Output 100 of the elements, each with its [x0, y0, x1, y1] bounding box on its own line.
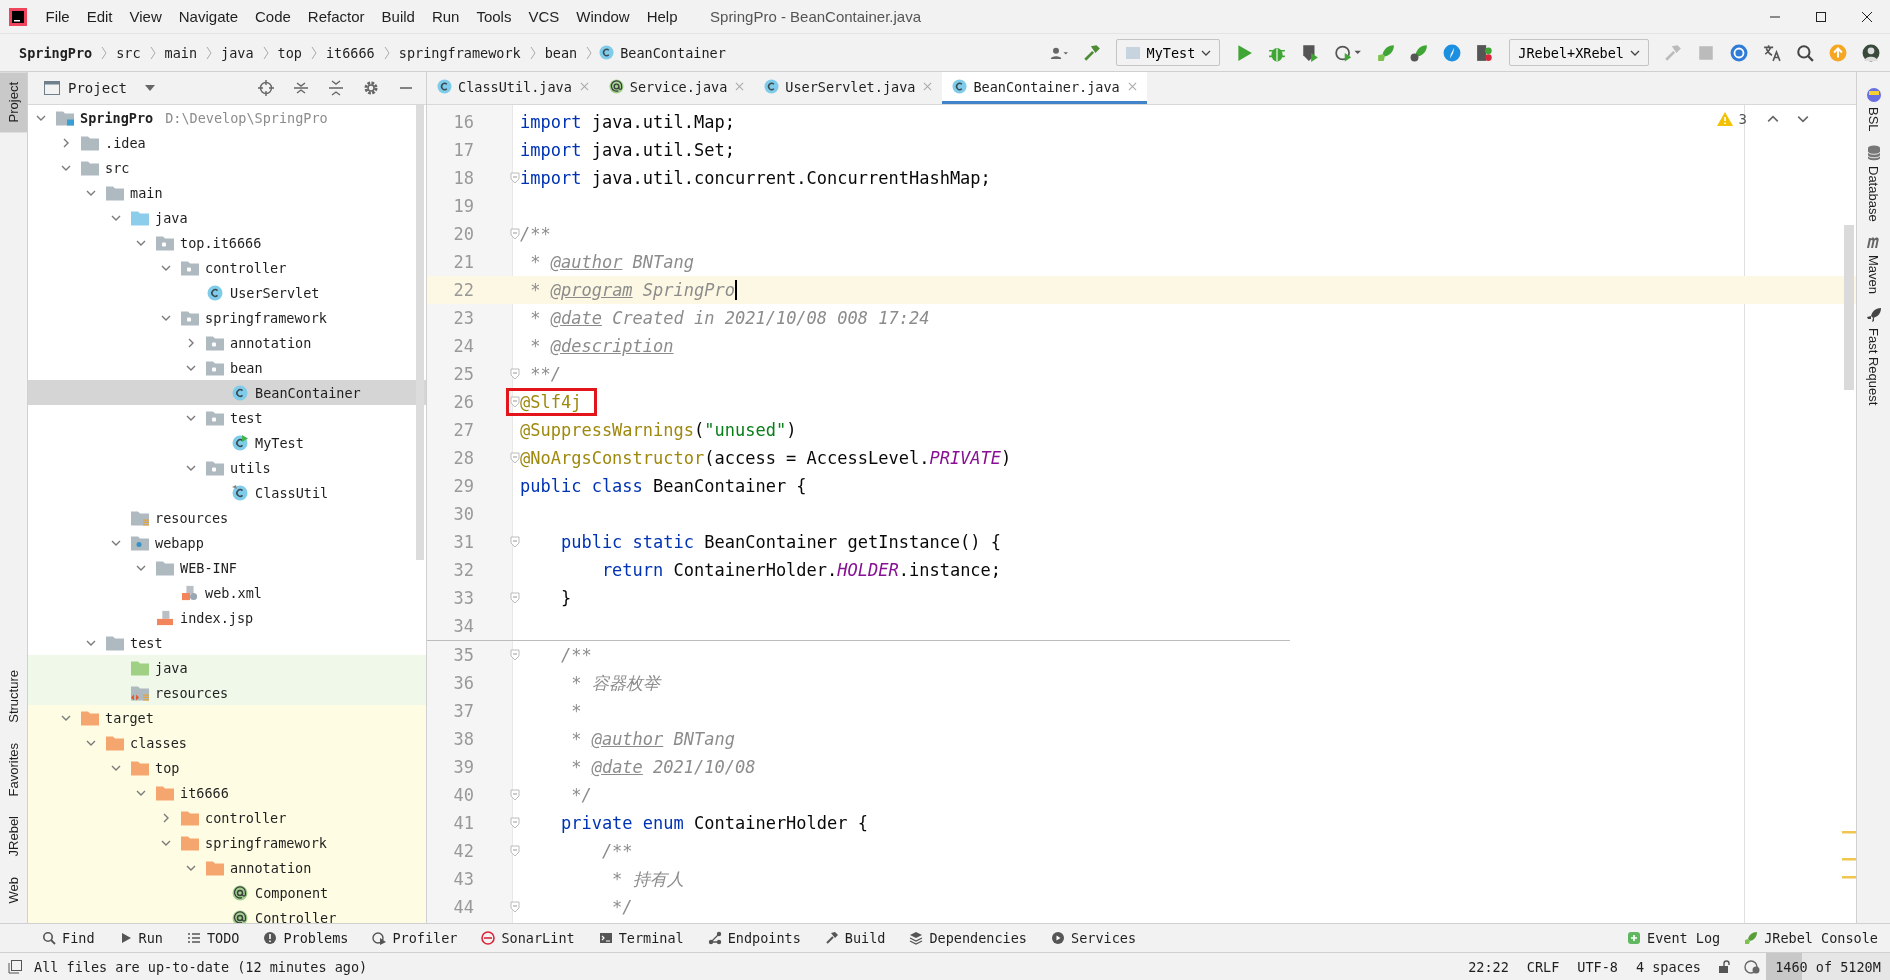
tree-item[interactable]: java	[28, 205, 426, 230]
tool-window-tab[interactable]: Fast Request	[1866, 328, 1881, 406]
tool-window-button[interactable]: Build	[812, 925, 898, 951]
chevron-right-icon[interactable]	[161, 812, 171, 823]
tree-item[interactable]: MyTest	[28, 430, 426, 455]
editor-tab[interactable]: BeanContainer.java	[942, 72, 1147, 104]
menu-item[interactable]: VCS	[519, 8, 568, 25]
breadcrumb-item[interactable]: springframework	[395, 44, 524, 61]
tool-window-button[interactable]: Terminal	[586, 925, 696, 951]
tree-item[interactable]: top	[28, 755, 426, 780]
tool-window-tab[interactable]: Database	[1866, 165, 1881, 222]
locate-icon[interactable]	[258, 80, 274, 96]
lock-icon[interactable]	[1716, 959, 1732, 974]
tree-item[interactable]: bean	[28, 355, 426, 380]
translate-icon[interactable]	[1763, 43, 1781, 62]
tool-window-button[interactable]: Profiler	[360, 925, 470, 951]
tree-item[interactable]: .idea	[28, 130, 426, 155]
tree-item[interactable]: annotation	[28, 330, 426, 355]
collapse-all-icon[interactable]	[328, 80, 344, 96]
editor-tab[interactable]: ClassUtil.java	[427, 72, 599, 104]
chevron-up-icon[interactable]	[1767, 113, 1779, 125]
menu-item[interactable]: Tools	[467, 8, 520, 25]
menu-item[interactable]: Help	[638, 8, 687, 25]
close-icon[interactable]	[1861, 10, 1873, 23]
tree-item[interactable]: java	[28, 655, 426, 680]
menu-item[interactable]: Run	[423, 8, 468, 25]
tool-window-tab[interactable]: Favorites	[0, 732, 27, 807]
tree-item[interactable]: springframework	[28, 305, 426, 330]
chevron-down-icon[interactable]	[1797, 113, 1809, 125]
memory-indicator[interactable]: 1460 of 5120M	[1766, 953, 1890, 980]
shield-icon[interactable]	[1301, 43, 1320, 62]
tool-window-tab[interactable]: JRebel	[0, 806, 27, 867]
tool-window-button[interactable]: Dependencies	[897, 925, 1039, 951]
tree-item[interactable]: ClassUtil	[28, 480, 426, 505]
tree-item[interactable]: BeanContainer	[28, 380, 426, 405]
run-icon[interactable]	[1235, 43, 1254, 62]
breadcrumb-item[interactable]: top	[274, 44, 305, 61]
search-icon[interactable]	[1796, 43, 1814, 62]
tree-item[interactable]: utils	[28, 455, 426, 480]
menu-item[interactable]: File	[37, 8, 79, 25]
expand-all-icon[interactable]	[293, 80, 309, 96]
tool-window-button[interactable]: Services	[1039, 925, 1149, 951]
tree-item[interactable]: webapp	[28, 530, 426, 555]
rocket-icon[interactable]	[1377, 43, 1396, 62]
tool-window-button[interactable]: Event Log	[1615, 925, 1733, 951]
line-separator[interactable]: CRLF	[1517, 958, 1569, 975]
help-icon[interactable]	[1730, 43, 1748, 62]
breadcrumb-item[interactable]: SpringPro	[16, 44, 96, 61]
panel-toggle-icon[interactable]	[8, 959, 22, 974]
tree-item[interactable]: Controller	[28, 905, 426, 923]
breadcrumb-item[interactable]: bean	[541, 44, 581, 61]
caret-icon[interactable]	[145, 85, 155, 91]
tool-window-button[interactable]: Find	[30, 925, 107, 951]
menu-item[interactable]: Navigate	[170, 8, 247, 25]
chevron-right-icon[interactable]	[61, 137, 71, 148]
scrollbar-thumb[interactable]	[1844, 225, 1854, 390]
editor-tab[interactable]: UserServlet.java	[754, 72, 943, 104]
tree-item[interactable]: it6666	[28, 780, 426, 805]
menu-item[interactable]: View	[121, 8, 171, 25]
tree-item[interactable]: test	[28, 630, 426, 655]
tool-window-tab[interactable]: Structure	[0, 659, 27, 733]
breadcrumb-item[interactable]: java	[218, 44, 257, 61]
tool-window-tab[interactable]: Web	[0, 866, 27, 913]
rebel-config-dropdown[interactable]: JRebel+XRebel	[1509, 39, 1649, 66]
tree-item[interactable]: classes	[28, 730, 426, 755]
tree-item[interactable]: top.it6666	[28, 230, 426, 255]
tree-item[interactable]: resources	[28, 505, 426, 530]
tree-item[interactable]: UserServlet	[28, 280, 426, 305]
tool-window-button[interactable]: Endpoints	[695, 925, 813, 951]
menu-item[interactable]: Window	[567, 8, 639, 25]
rocket-bug-icon[interactable]	[1410, 43, 1429, 62]
breadcrumb-item[interactable]: BeanContainer	[617, 44, 729, 61]
tool-window-tab[interactable]: Maven	[1866, 255, 1881, 295]
tree-item[interactable]: controller	[28, 255, 426, 280]
run-config-dropdown[interactable]: MyTest	[1115, 39, 1221, 66]
tree-item[interactable]: controller	[28, 805, 426, 830]
editor-tab[interactable]: Service.java	[598, 72, 755, 104]
tree-item[interactable]: Component	[28, 880, 426, 905]
panel-title[interactable]: Project	[68, 80, 127, 96]
tree-item[interactable]: springframework	[28, 830, 426, 855]
avatar-icon[interactable]	[1862, 43, 1880, 62]
tool-window-button[interactable]: Run	[106, 925, 175, 951]
tool-window-tab[interactable]: BSL	[1866, 107, 1881, 132]
tool-window-tab[interactable]: Project	[0, 72, 27, 133]
settings-icon[interactable]	[363, 80, 379, 96]
tree-item[interactable]: test	[28, 405, 426, 430]
tool-window-button[interactable]: JRebel Console	[1732, 925, 1890, 951]
scrollbar-thumb[interactable]	[416, 105, 424, 560]
hammer-icon[interactable]	[1082, 43, 1101, 62]
chevron-right-icon[interactable]	[186, 337, 196, 348]
tree-item[interactable]: WEB-INF	[28, 555, 426, 580]
caret-position[interactable]: 22:22	[1459, 958, 1518, 975]
breadcrumb-item[interactable]: main	[161, 44, 201, 61]
tree-item[interactable]: SpringPro D:\Develop\SpringPro	[28, 105, 426, 130]
tool-window-button[interactable]: TODO	[174, 925, 252, 951]
indent-setting[interactable]: 4 spaces	[1626, 958, 1710, 975]
tree-item[interactable]: src	[28, 155, 426, 180]
menu-item[interactable]: Refactor	[299, 8, 374, 25]
tool-window-button[interactable]: SonarLint	[469, 925, 587, 951]
tree-item[interactable]: web.xml	[28, 580, 426, 605]
